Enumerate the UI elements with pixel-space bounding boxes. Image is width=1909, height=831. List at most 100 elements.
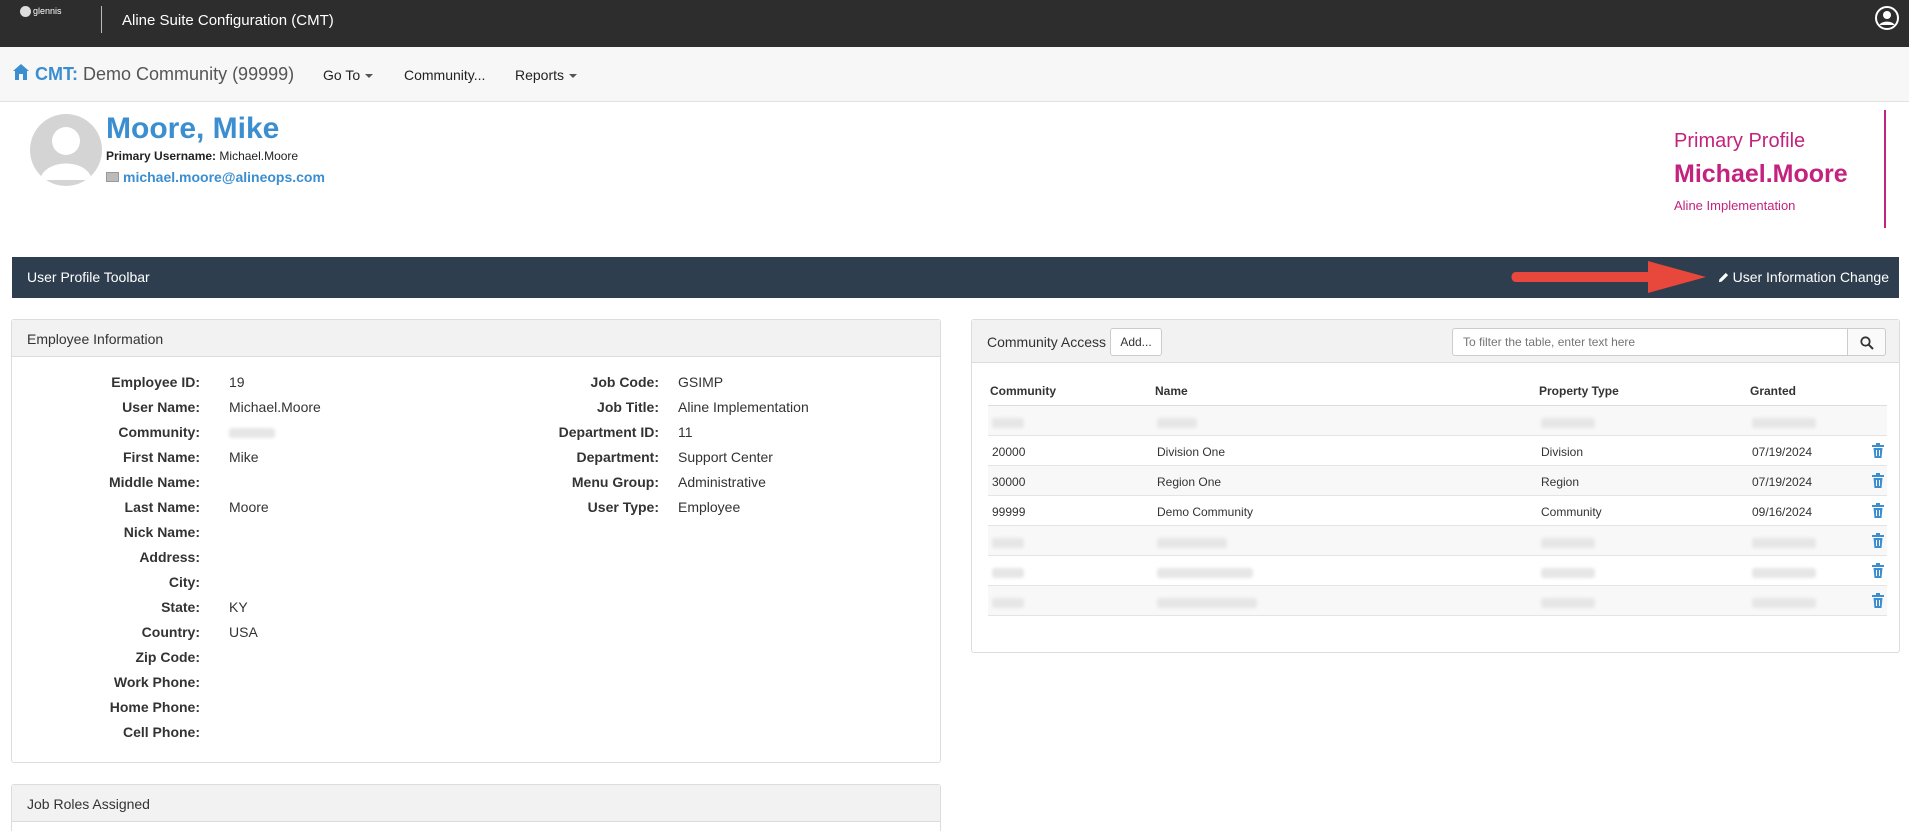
profile-email[interactable]: michael.moore@alineops.com: [106, 169, 325, 185]
field-value: Michael.Moore: [229, 399, 321, 415]
field-value: 11: [678, 424, 693, 440]
community-access-title: Community Access: [987, 334, 1107, 350]
cell-name: Division One: [1157, 445, 1226, 459]
redacted-value: [1541, 567, 1595, 578]
column-header-granted[interactable]: Granted: [1750, 384, 1796, 398]
table-filter-input[interactable]: [1452, 328, 1848, 356]
community-access-header: Community Access Add...: [972, 320, 1899, 363]
field-label: Menu Group:: [571, 474, 659, 490]
annotation-arrow-icon: [1511, 261, 1706, 293]
field-label: Home Phone:: [109, 699, 200, 715]
brand-prefix: CMT:: [35, 64, 79, 84]
nav-community-label: Community...: [404, 67, 486, 83]
column-header-property-type[interactable]: Property Type: [1539, 384, 1619, 398]
redacted-value: [1157, 567, 1253, 578]
cell-property-type: Division: [1541, 445, 1584, 459]
redacted-value: [992, 537, 1024, 548]
avatar: [30, 114, 102, 186]
field-value: Employee: [678, 499, 741, 515]
cell-granted-redacted: [1752, 565, 1816, 579]
primary-profile-divider: [1884, 110, 1886, 228]
trash-icon[interactable]: [1872, 443, 1884, 458]
trash-icon[interactable]: [1872, 503, 1884, 518]
field-label: Employee ID:: [111, 374, 200, 390]
top-bar: glennis Aline Suite Configuration (CMT): [0, 0, 1909, 47]
add-community-button[interactable]: Add...: [1110, 328, 1162, 356]
cell-granted-redacted: [1752, 535, 1816, 549]
employee-information-title: Employee Information: [12, 320, 940, 357]
cell-name-redacted: [1157, 415, 1197, 429]
column-header-name[interactable]: Name: [1155, 384, 1188, 398]
primary-username-value: Michael.Moore: [219, 149, 299, 163]
nav-bar: CMT: Demo Community (99999) Go To Commun…: [0, 47, 1909, 102]
cell-type-redacted: [1541, 415, 1595, 429]
cell-type-redacted: [1541, 595, 1595, 609]
cell-name-redacted: [1157, 565, 1253, 579]
default-avatar-icon: [40, 127, 92, 180]
cell-granted: 09/16/2024: [1752, 505, 1813, 519]
redacted-value: [1541, 417, 1595, 428]
field-label: Department:: [576, 449, 659, 465]
table-row[interactable]: 30000 Region One Region 07/19/2024: [988, 466, 1887, 496]
cell-community-redacted: [992, 535, 1024, 549]
redacted-value: [1752, 417, 1816, 428]
primary-profile-block: Primary Profile Michael.Moore Aline Impl…: [1674, 130, 1848, 213]
cell-name-redacted: [1157, 535, 1227, 549]
job-roles-title: Job Roles Assigned: [12, 785, 940, 822]
field-value-redacted: [229, 424, 275, 440]
profile-name: Moore, Mike: [106, 112, 280, 145]
primary-username: Primary Username: Michael.Moore: [106, 149, 298, 163]
cell-community-redacted: [992, 415, 1024, 429]
cell-community-redacted: [992, 565, 1024, 579]
field-label: Zip Code:: [135, 649, 200, 665]
caret-down-icon: [569, 74, 578, 78]
job-roles-panel: Job Roles Assigned: [11, 784, 941, 831]
field-label: Job Title:: [597, 399, 659, 415]
cell-type-redacted: [1541, 565, 1595, 579]
cell-granted: 07/19/2024: [1752, 445, 1813, 459]
nav-community[interactable]: Community...: [404, 67, 485, 83]
filter-search-button[interactable]: [1847, 328, 1886, 356]
cell-granted-redacted: [1752, 415, 1816, 429]
table-row[interactable]: [988, 586, 1887, 616]
cell-granted: 07/19/2024: [1752, 475, 1813, 489]
profile-email-text: michael.moore@alineops.com: [123, 169, 325, 185]
cell-name: Region One: [1157, 475, 1222, 489]
table-row[interactable]: [988, 556, 1887, 586]
cell-type-redacted: [1541, 535, 1595, 549]
pencil-icon: [1718, 272, 1728, 283]
redacted-value: [992, 597, 1024, 608]
table-row[interactable]: [988, 406, 1887, 436]
field-label: Job Code:: [590, 374, 659, 390]
cell-property-type: Community: [1541, 505, 1602, 519]
community-access-panel: Community Access Add... Community Name P…: [971, 319, 1900, 653]
field-value: GSIMP: [678, 374, 724, 390]
table-row[interactable]: 99999 Demo Community Community 09/16/202…: [988, 496, 1887, 526]
user-account-icon[interactable]: [1875, 6, 1899, 30]
table-row[interactable]: [988, 526, 1887, 556]
trash-icon[interactable]: [1872, 533, 1884, 548]
logo-text: glennis: [33, 6, 62, 16]
company-logo[interactable]: glennis: [20, 6, 72, 22]
trash-icon[interactable]: [1872, 473, 1884, 488]
nav-goto[interactable]: Go To: [323, 67, 374, 83]
nav-reports[interactable]: Reports: [515, 67, 578, 83]
table-row[interactable]: 20000 Division One Division 07/19/2024: [988, 436, 1887, 466]
field-label: Address:: [139, 549, 200, 565]
logo-mark: [20, 6, 31, 18]
trash-icon[interactable]: [1872, 593, 1884, 608]
nav-brand[interactable]: CMT: Demo Community (99999): [12, 63, 294, 85]
field-value: 19: [229, 374, 245, 390]
trash-icon[interactable]: [1872, 563, 1884, 578]
toolbar-title: User Profile Toolbar: [27, 269, 150, 285]
field-label: City:: [168, 574, 200, 590]
brand-community: Demo Community (99999): [83, 64, 295, 84]
user-information-change-button[interactable]: User Information Change: [1718, 269, 1889, 285]
redacted-value: [992, 567, 1024, 578]
column-header-community[interactable]: Community: [990, 384, 1056, 398]
envelope-icon: [106, 172, 119, 182]
nav-goto-label: Go To: [323, 67, 361, 83]
caret-down-icon: [365, 74, 374, 78]
redacted-value: [1157, 597, 1257, 608]
field-value: USA: [229, 624, 258, 640]
